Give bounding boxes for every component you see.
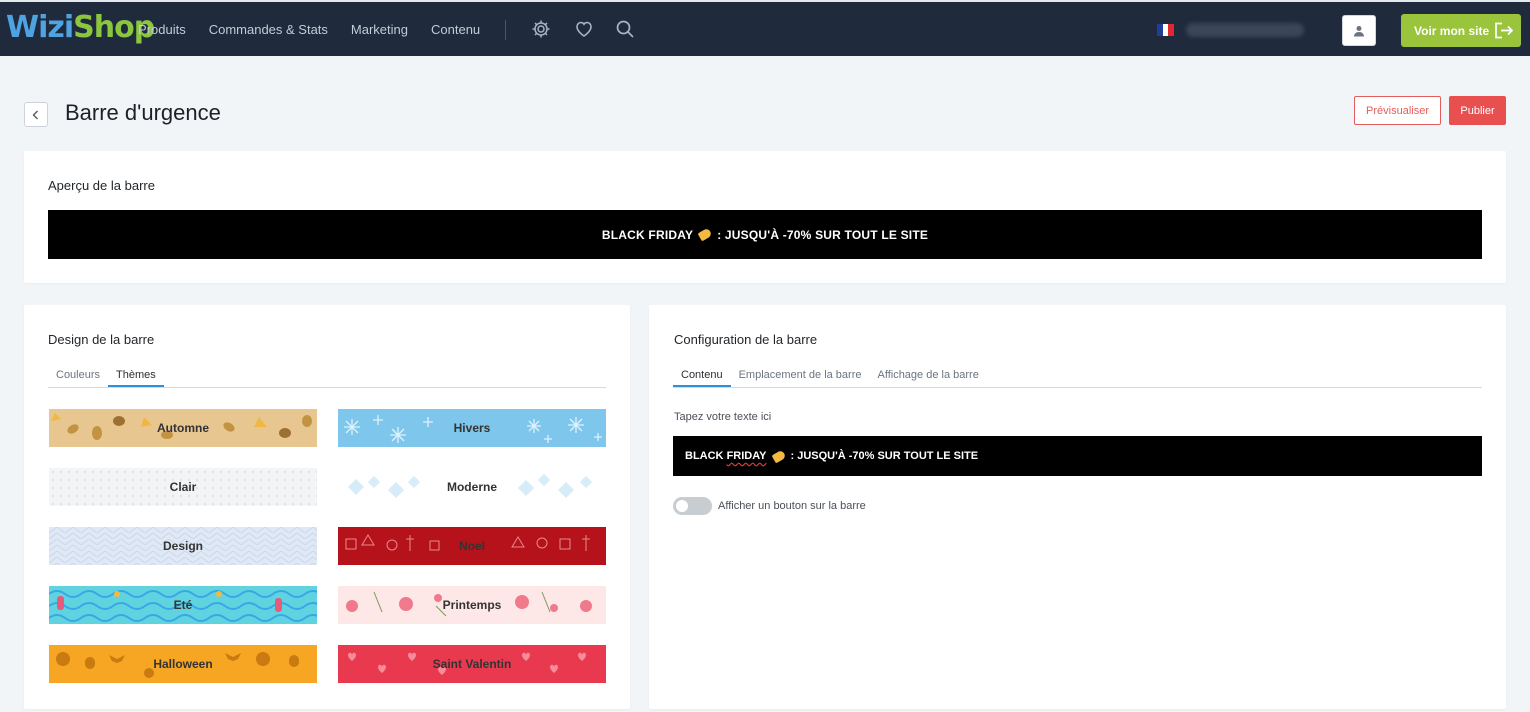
tag-icon — [697, 227, 713, 242]
config-tabs: Contenu Emplacement de la barre Affichag… — [673, 366, 1482, 388]
show-button-toggle[interactable] — [673, 497, 712, 515]
show-button-toggle-label: Afficher un bouton sur la barre — [718, 500, 866, 512]
theme-design[interactable]: Design — [49, 527, 317, 565]
preview-text-before: BLACK FRIDAY — [601, 227, 694, 242]
user-account-button[interactable] — [1342, 15, 1376, 46]
theme-moderne[interactable]: Moderne — [338, 468, 606, 506]
design-card: Design de la barre Couleurs Thèmes Autom… — [24, 305, 630, 709]
wizishop-logo[interactable]: WiziShop — [6, 11, 155, 45]
preview-text-after: : JUSQU'À -70% SUR TOUT LE SITE — [717, 227, 929, 242]
publish-button[interactable]: Publier — [1449, 96, 1506, 125]
language-flag-icon[interactable] — [1157, 24, 1175, 36]
nav-commandes-stats[interactable]: Commandes & Stats — [209, 22, 328, 37]
bar-text-input[interactable]: BLACK FRIDAY : JUSQU'À -70% SUR TOUT LE … — [673, 436, 1482, 476]
account-name-blurred[interactable] — [1186, 23, 1304, 37]
config-card-title: Configuration de la barre — [674, 332, 818, 347]
tab-themes[interactable]: Thèmes — [108, 366, 164, 387]
theme-hivers[interactable]: Hivers — [338, 409, 606, 447]
heart-icon[interactable] — [574, 19, 594, 39]
tab-emplacement[interactable]: Emplacement de la barre — [731, 366, 870, 387]
preview-card-title: Aperçu de la barre — [48, 178, 155, 193]
theme-automne[interactable]: Automne — [49, 409, 317, 447]
tab-affichage[interactable]: Affichage de la barre — [870, 366, 987, 387]
tab-couleurs[interactable]: Couleurs — [48, 366, 108, 387]
nav-produits[interactable]: Produits — [138, 22, 186, 37]
chevron-left-icon — [32, 110, 38, 119]
preview-card: Aperçu de la barre BLACK FRIDAY : JUSQU'… — [24, 151, 1506, 283]
theme-saint-valentin[interactable]: Saint Valentin — [338, 645, 606, 683]
gear-icon[interactable] — [531, 19, 551, 39]
preview-button[interactable]: Prévisualiser — [1354, 96, 1441, 125]
page-title: Barre d'urgence — [65, 100, 221, 125]
theme-clair[interactable]: Clair — [49, 468, 317, 506]
view-site-button[interactable]: Voir mon site — [1401, 14, 1521, 47]
theme-halloween[interactable]: Halloween — [49, 645, 317, 683]
nav-divider — [505, 20, 506, 40]
theme-printemps[interactable]: Printemps — [338, 586, 606, 624]
design-card-title: Design de la barre — [48, 332, 155, 347]
flag-stripe — [1168, 24, 1175, 36]
top-navbar: WiziShop Produits Commandes & Stats Mark… — [0, 0, 1530, 56]
config-card: Configuration de la barre Contenu Emplac… — [649, 305, 1506, 709]
tab-contenu[interactable]: Contenu — [673, 366, 731, 387]
tag-icon — [771, 449, 786, 463]
exit-icon — [1495, 22, 1514, 39]
design-tabs: Couleurs Thèmes — [48, 366, 606, 388]
nav-marketing[interactable]: Marketing — [351, 22, 408, 37]
user-icon — [1354, 25, 1364, 36]
theme-ete[interactable]: Eté — [49, 586, 317, 624]
spellcheck-word: FRIDAY — [726, 450, 767, 462]
text-input-label: Tapez votre texte ici — [674, 411, 772, 423]
theme-noel[interactable]: Noel — [338, 527, 606, 565]
search-icon[interactable] — [615, 19, 635, 39]
back-button[interactable] — [24, 102, 48, 127]
urgency-bar-preview: BLACK FRIDAY : JUSQU'À -70% SUR TOUT LE … — [48, 210, 1482, 259]
main-nav: Produits Commandes & Stats Marketing Con… — [138, 2, 480, 56]
nav-contenu[interactable]: Contenu — [431, 22, 480, 37]
